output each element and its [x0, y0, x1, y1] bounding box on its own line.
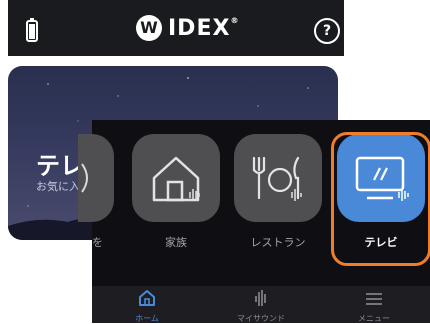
home-nav-icon	[139, 290, 155, 306]
brand-logo: W IDEX®	[136, 14, 239, 42]
program-tile[interactable]	[234, 134, 322, 222]
program-selector-panel: を 家族 レストラン テレビ ホーム マイサウンド メニュー	[78, 120, 430, 323]
nav-label: ホーム	[135, 314, 159, 323]
nav-home[interactable]: ホーム	[102, 288, 192, 324]
nav-label: マイサウンド	[237, 314, 285, 323]
restaurant-icon	[252, 156, 302, 201]
brand-name: IDEX®	[168, 15, 240, 41]
bottom-navigation: ホーム マイサウンド メニュー	[92, 286, 430, 323]
program-restaurant[interactable]: レストラン	[232, 134, 324, 250]
partial-icon	[81, 163, 88, 193]
home-icon	[152, 156, 200, 202]
menu-icon	[366, 293, 382, 305]
program-label-partial: を	[92, 236, 103, 249]
program-tile-partial[interactable]	[78, 134, 114, 222]
program-label: 家族	[165, 236, 187, 249]
nav-menu[interactable]: メニュー	[329, 288, 419, 324]
nav-label: メニュー	[358, 314, 390, 323]
program-tile[interactable]	[132, 134, 220, 222]
program-label: レストラン	[250, 236, 306, 249]
help-button[interactable]: ?	[314, 18, 340, 44]
selection-highlight	[331, 132, 430, 266]
program-home[interactable]: 家族	[130, 134, 222, 250]
sound-wave-icon	[255, 290, 266, 306]
nav-my-sound[interactable]: マイサウンド	[216, 288, 306, 324]
brand-mark: W	[136, 15, 162, 41]
battery-icon	[26, 18, 38, 42]
app-top-bar: W IDEX® ?	[8, 0, 344, 56]
